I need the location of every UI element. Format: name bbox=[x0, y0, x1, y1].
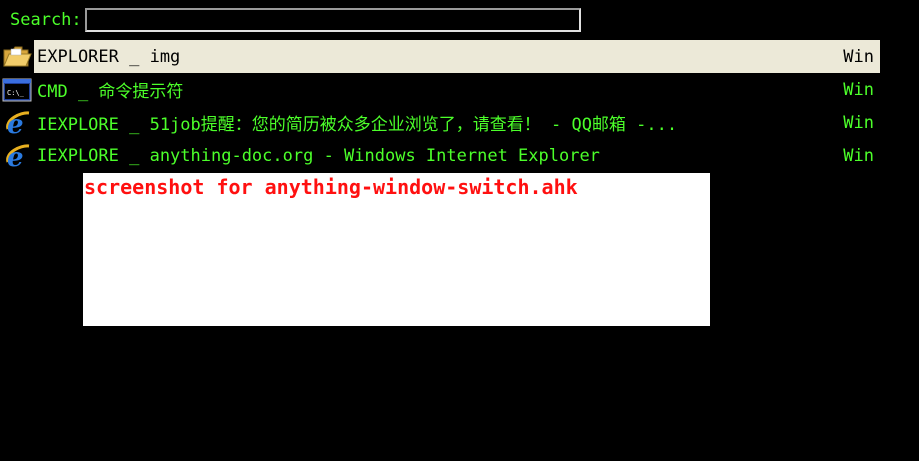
window-list: EXPLORER _ img Win C:\_ CMD _ 命令提示符 Win bbox=[0, 40, 919, 172]
caption-box: screenshot for anything-window-switch.ah… bbox=[83, 173, 710, 326]
list-item[interactable]: EXPLORER _ img Win bbox=[0, 40, 919, 73]
search-bar: Search: bbox=[10, 6, 581, 34]
list-item-content: CMD _ 命令提示符 Win bbox=[34, 73, 880, 106]
window-switcher: Search: EXPLORER _ img Win C:\_ CMD _ 命令… bbox=[0, 0, 919, 461]
caption-text: screenshot for anything-window-switch.ah… bbox=[84, 175, 578, 199]
internet-explorer-icon: e bbox=[0, 139, 34, 172]
folder-icon bbox=[0, 40, 34, 73]
window-title: IEXPLORE _ anything-doc.org - Windows In… bbox=[37, 145, 600, 166]
list-item[interactable]: C:\_ CMD _ 命令提示符 Win bbox=[0, 73, 919, 106]
internet-explorer-icon: e bbox=[0, 106, 34, 139]
list-item-content: IEXPLORE _ anything-doc.org - Windows In… bbox=[34, 139, 880, 172]
window-type: Win bbox=[843, 79, 874, 100]
window-title: IEXPLORE _ 51job提醒：您的简历被众多企业浏览了，请查看！ - Q… bbox=[37, 115, 678, 135]
list-item-content: IEXPLORE _ 51job提醒：您的简历被众多企业浏览了，请查看！ - Q… bbox=[34, 106, 880, 139]
window-type: Win bbox=[843, 145, 874, 166]
window-type: Win bbox=[843, 112, 874, 133]
cmd-icon: C:\_ bbox=[0, 73, 34, 106]
window-title: CMD _ 命令提示符 bbox=[37, 82, 184, 102]
svg-text:C:\_: C:\_ bbox=[7, 89, 25, 97]
svg-text:e: e bbox=[7, 110, 24, 138]
svg-text:e: e bbox=[7, 143, 24, 171]
search-label: Search: bbox=[10, 10, 82, 30]
window-title: EXPLORER _ img bbox=[37, 46, 181, 67]
window-type: Win bbox=[843, 46, 874, 67]
search-input[interactable] bbox=[84, 8, 581, 32]
list-item-content: EXPLORER _ img Win bbox=[34, 40, 880, 73]
list-item[interactable]: e IEXPLORE _ 51job提醒：您的简历被众多企业浏览了，请查看！ -… bbox=[0, 106, 919, 139]
list-item[interactable]: e IEXPLORE _ anything-doc.org - Windows … bbox=[0, 139, 919, 172]
